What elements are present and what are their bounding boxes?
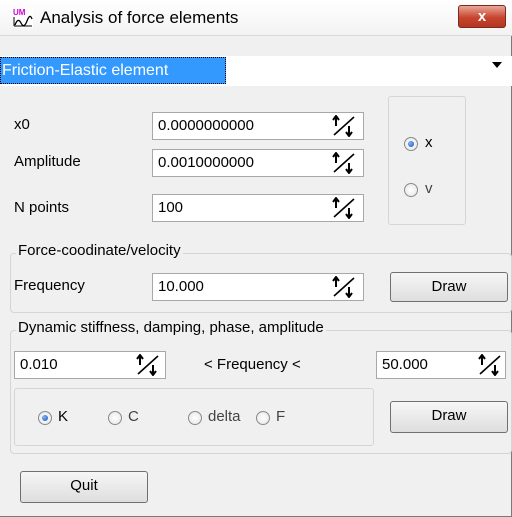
output-delta-label: delta xyxy=(208,408,241,425)
output-c-label: C xyxy=(128,408,139,425)
frequency-min-spinner-icon[interactable] xyxy=(136,354,160,376)
mode-x-radio[interactable] xyxy=(404,137,418,151)
close-button[interactable]: x xyxy=(458,5,506,28)
dynamic-group-title: Dynamic stiffness, damping, phase, ampli… xyxy=(16,319,326,336)
output-f-label: F xyxy=(276,408,286,425)
app-icon: UM xyxy=(13,8,33,28)
amplitude-spinner-icon[interactable] xyxy=(332,152,356,174)
element-type-value[interactable]: Friction-Elastic element xyxy=(0,57,226,84)
dynamic-draw-button[interactable]: Draw xyxy=(390,401,508,433)
output-c-radio[interactable] xyxy=(108,411,122,425)
amplitude-label: Amplitude xyxy=(14,153,81,170)
mode-x-label: x xyxy=(425,134,433,151)
svg-text:UM: UM xyxy=(13,8,26,17)
x0-label: x0 xyxy=(14,116,30,133)
mode-panel xyxy=(388,96,466,225)
frequency-spinner-icon[interactable] xyxy=(332,276,356,298)
npoints-spinner-icon[interactable] xyxy=(332,197,356,219)
quit-button[interactable]: Quit xyxy=(20,471,148,503)
x0-spinner-icon[interactable] xyxy=(332,115,356,137)
output-delta-radio[interactable] xyxy=(188,411,202,425)
chevron-down-icon[interactable] xyxy=(492,62,502,68)
close-icon: x xyxy=(477,8,487,25)
output-k-radio[interactable] xyxy=(38,411,52,425)
output-f-radio[interactable] xyxy=(256,411,270,425)
mode-v-radio[interactable] xyxy=(404,183,418,197)
npoints-label: N points xyxy=(14,199,70,216)
window-title: Analysis of force elements xyxy=(40,8,239,27)
frequency-label: Frequency xyxy=(14,277,85,294)
frequency-range-label: < Frequency < xyxy=(204,356,301,373)
output-k-label: K xyxy=(58,408,69,425)
force-group-title: Force-coodinate/velocity xyxy=(16,242,183,259)
force-draw-button[interactable]: Draw xyxy=(390,272,508,302)
title-bar: UM Analysis of force elements x xyxy=(0,0,512,36)
dialog-window: UM Analysis of force elements x Friction… xyxy=(0,0,512,517)
frequency-max-spinner-icon[interactable] xyxy=(478,354,502,376)
mode-v-label: v xyxy=(425,180,433,197)
